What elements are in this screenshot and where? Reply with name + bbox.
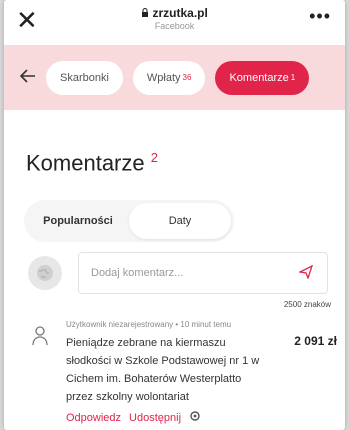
browser-bar: ✕ zrzutka.pl Facebook ••• (4, 0, 345, 40)
send-icon[interactable] (297, 264, 314, 282)
tab-skarbonki[interactable]: Skarbonki (46, 60, 123, 95)
tab-komentarze[interactable]: Komentarze 1 (215, 60, 310, 95)
reply-link[interactable]: Odpowiedz (66, 412, 121, 424)
phone-screen: ✕ zrzutka.pl Facebook ••• Skarbonki Wpła… (4, 0, 345, 430)
comment-input[interactable]: Dodaj komentarz... (78, 252, 328, 294)
user-icon (32, 326, 48, 346)
more-menu-button[interactable]: ••• (309, 6, 331, 27)
comment-meta: Użytkownik niezarejestrowany • 10 minut … (66, 320, 232, 329)
sort-popularity[interactable]: Popularności (27, 203, 129, 239)
comment-placeholder: Dodaj komentarz... (91, 267, 184, 279)
tab-label: Komentarze (229, 71, 289, 84)
sort-toggle: Popularności Daty (24, 200, 234, 242)
share-link[interactable]: Udostępnij (129, 412, 181, 424)
site-subtitle: Facebook (154, 21, 195, 31)
nav-band: Skarbonki Wpłaty 36 Komentarze 1 (4, 45, 345, 110)
avatar (28, 256, 62, 290)
comment-actions: Odpowiedz Udostępnij (66, 410, 201, 425)
tab-label: Wpłaty (146, 71, 181, 84)
settings-icon[interactable] (189, 410, 201, 425)
site-host: zrzutka.pl (152, 6, 208, 20)
title-text: Komentarze (26, 150, 145, 176)
char-counter: 2500 znaków (283, 300, 331, 309)
site-info: zrzutka.pl Facebook (4, 6, 345, 31)
title-count: 2 (150, 150, 158, 165)
tab-count: 1 (290, 73, 296, 82)
arrow-left-icon[interactable] (19, 66, 36, 89)
comment-amount: 2 091 zł (294, 334, 337, 348)
tab-label: Skarbonki (60, 71, 109, 84)
lock-icon (141, 6, 152, 20)
sort-date[interactable]: Daty (129, 203, 231, 239)
tab-wplaty[interactable]: Wpłaty 36 (132, 60, 206, 95)
globe-icon (37, 265, 53, 281)
tab-count: 36 (182, 73, 192, 82)
comment-text: Pieniądze zebrane na kiermaszu słodkości… (66, 337, 260, 403)
page-title: Komentarze 2 (26, 150, 158, 176)
